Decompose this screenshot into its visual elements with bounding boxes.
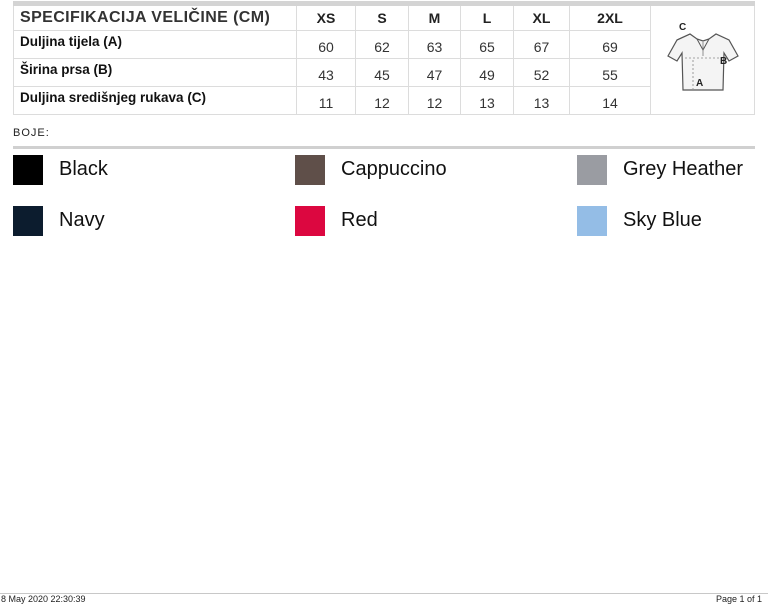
color-name: Navy: [59, 209, 105, 231]
table-cell: 13: [460, 86, 514, 115]
color-swatch: [13, 206, 43, 236]
row-label: Duljina tijela (A): [13, 30, 297, 59]
table-cell: 69: [569, 30, 651, 59]
table-cell: 63: [408, 30, 461, 59]
table-cell: 11: [296, 86, 356, 115]
table-cell: 65: [460, 30, 514, 59]
row-label: Duljina središnjeg rukava (C): [13, 86, 297, 115]
table-cell: 49: [460, 58, 514, 87]
color-swatch: [295, 155, 325, 185]
table-cell: 60: [296, 30, 356, 59]
color-name: Grey Heather: [623, 158, 744, 180]
size-specification-table: SPECIFIKACIJA VELIČINE (CM) XS S M L XL …: [13, 1, 755, 115]
diagram-label-c: C: [679, 22, 686, 33]
row-label: Širina prsa (B): [13, 58, 297, 87]
section-divider: [13, 146, 755, 149]
footer-divider: [0, 593, 768, 594]
table-cell: 12: [408, 86, 461, 115]
color-name: Black: [59, 158, 108, 180]
color-swatch: [577, 206, 607, 236]
size-header: L: [460, 3, 514, 31]
table-cell: 12: [355, 86, 409, 115]
size-header: M: [408, 3, 461, 31]
diagram-label-a: A: [696, 78, 703, 89]
size-header: 2XL: [569, 3, 651, 31]
table-cell: 14: [569, 86, 651, 115]
table-cell: 13: [513, 86, 570, 115]
table-title: SPECIFIKACIJA VELIČINE (CM): [13, 3, 297, 31]
color-swatch: [13, 155, 43, 185]
size-header: XL: [513, 3, 570, 31]
print-timestamp: 8 May 2020 22:30:39: [1, 594, 86, 604]
table-cell: 55: [569, 58, 651, 87]
color-name: Cappuccino: [341, 158, 447, 180]
color-name: Sky Blue: [623, 209, 702, 231]
table-row: Širina prsa (B) 43 45 47 49 52 55: [13, 58, 755, 87]
diagram-label-b: B: [720, 56, 727, 67]
table-cell: 43: [296, 58, 356, 87]
polo-shirt-measurement-icon: C B A: [666, 22, 739, 91]
color-name: Red: [341, 209, 378, 231]
page-number: Page 1 of 1: [715, 594, 762, 604]
table-cell: 62: [355, 30, 409, 59]
table-cell: 52: [513, 58, 570, 87]
color-swatch: [577, 155, 607, 185]
table-row: Duljina tijela (A) 60 62 63 65 67 69: [13, 30, 755, 59]
size-header: XS: [296, 3, 356, 31]
measurement-diagram: C B A: [650, 3, 755, 115]
table-cell: 45: [355, 58, 409, 87]
table-header-row: SPECIFIKACIJA VELIČINE (CM) XS S M L XL …: [13, 3, 755, 115]
table-row: Duljina središnjeg rukava (C) 11 12 12 1…: [13, 86, 755, 115]
colors-section-label: BOJE:: [13, 127, 50, 139]
size-header: S: [355, 3, 409, 31]
table-cell: 67: [513, 30, 570, 59]
table-cell: 47: [408, 58, 461, 87]
color-swatch: [295, 206, 325, 236]
